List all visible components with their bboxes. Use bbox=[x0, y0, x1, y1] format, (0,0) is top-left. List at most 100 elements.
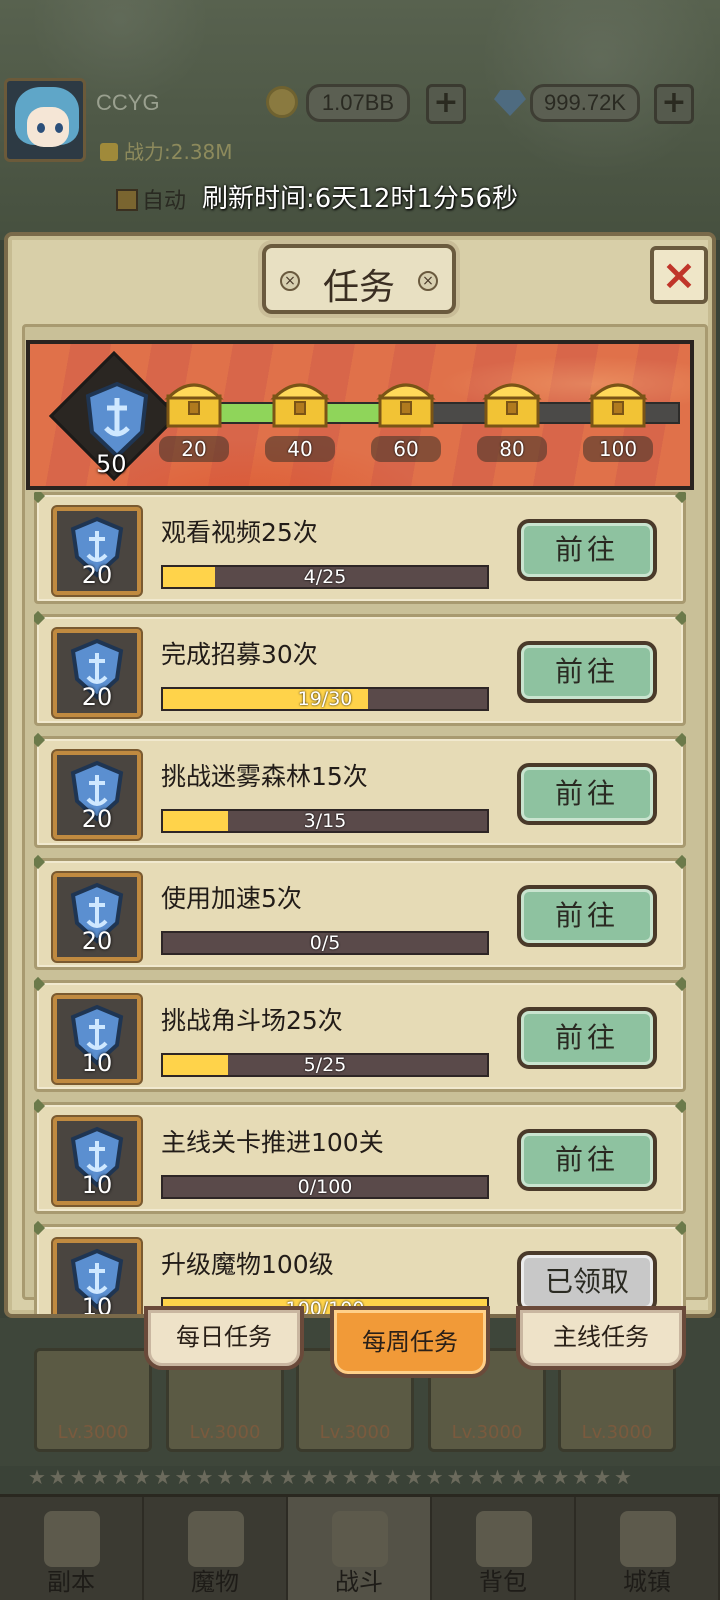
gold-coin-icon bbox=[266, 86, 298, 118]
task-progress-bar: 5/25 bbox=[161, 1053, 489, 1077]
town-icon bbox=[620, 1511, 676, 1567]
corner-ornament bbox=[34, 854, 46, 870]
task-row: 10 升级魔物100级 100/100 已领取 bbox=[34, 1220, 686, 1314]
task-reward-icon: 20 bbox=[53, 629, 141, 717]
chest-icon[interactable] bbox=[480, 372, 544, 432]
task-points: 20 bbox=[81, 805, 113, 833]
task-name: 观看视频25次 bbox=[161, 518, 318, 547]
map-icon bbox=[44, 1511, 100, 1567]
diamond-amount: 999.72K bbox=[530, 84, 640, 122]
task-row: 20 使用加速5次 0/5 前往 bbox=[34, 854, 686, 970]
task-points: 20 bbox=[81, 927, 113, 955]
chest-icon[interactable] bbox=[586, 372, 650, 432]
task-row: 20 挑战迷雾森林15次 3/15 前往 bbox=[34, 732, 686, 848]
tab-weekly[interactable]: 每周任务 bbox=[330, 1306, 490, 1378]
corner-ornament bbox=[34, 1220, 46, 1236]
corner-ornament bbox=[34, 732, 46, 748]
shield-icon bbox=[85, 381, 149, 459]
task-reward-icon: 10 bbox=[53, 995, 141, 1083]
chest-threshold-label: 80 bbox=[477, 436, 547, 462]
refresh-timer: 刷新时间:6天12时1分56秒 bbox=[201, 184, 518, 214]
nav-monster[interactable]: 魔物 bbox=[144, 1497, 288, 1600]
task-progress-text: 4/25 bbox=[303, 566, 347, 588]
add-diamond-button[interactable]: + bbox=[654, 84, 694, 124]
task-points: 20 bbox=[81, 683, 113, 711]
tab-daily[interactable]: 每日任务 bbox=[144, 1306, 304, 1370]
task-name: 升级魔物100级 bbox=[161, 1250, 334, 1279]
nav-dungeon[interactable]: 副本 bbox=[0, 1497, 144, 1600]
task-name: 挑战迷雾森林15次 bbox=[161, 762, 368, 791]
corner-ornament bbox=[34, 610, 46, 626]
go-button[interactable]: 前往 bbox=[517, 519, 657, 581]
monster-icon bbox=[188, 1511, 244, 1567]
go-button[interactable]: 前往 bbox=[517, 763, 657, 825]
task-reward-icon: 10 bbox=[53, 1117, 141, 1205]
chest-threshold-label: 40 bbox=[265, 436, 335, 462]
task-name: 主线关卡推进100关 bbox=[161, 1128, 384, 1157]
task-row: 20 完成招募30次 19/30 前往 bbox=[34, 610, 686, 726]
task-reward-icon: 20 bbox=[53, 507, 141, 595]
add-gold-button[interactable]: + bbox=[426, 84, 466, 124]
panel-title-plate: × 任务 × bbox=[262, 244, 456, 314]
chest-icon[interactable] bbox=[162, 372, 226, 432]
player-name: CCYG bbox=[96, 90, 160, 115]
milestone-banner: 50 20 40 60 80 100 bbox=[26, 340, 694, 490]
chest-threshold-label: 20 bbox=[159, 436, 229, 462]
corner-ornament bbox=[34, 1098, 46, 1114]
task-row: 10 主线关卡推进100关 0/100 前往 bbox=[34, 1098, 686, 1214]
power-label: 战力:2.38M bbox=[124, 140, 233, 164]
task-name: 挑战角斗场25次 bbox=[161, 1006, 343, 1035]
task-list: 20 观看视频25次 4/25 前往 20 完成招募30次 19/30 前往 20 挑战迷雾森林1… bbox=[34, 492, 686, 1314]
tab-main[interactable]: 主线任务 bbox=[516, 1306, 686, 1370]
nav-backpack[interactable]: 背包 bbox=[432, 1497, 576, 1600]
chest-icon[interactable] bbox=[268, 372, 332, 432]
task-row: 20 观看视频25次 4/25 前往 bbox=[34, 492, 686, 604]
task-points: 10 bbox=[81, 1049, 113, 1077]
task-progress-text: 0/5 bbox=[309, 932, 341, 954]
task-name: 完成招募30次 bbox=[161, 640, 318, 669]
task-points: 10 bbox=[81, 1293, 113, 1314]
corner-ornament bbox=[34, 492, 46, 504]
task-progress-bar: 3/15 bbox=[161, 809, 489, 833]
star-row: ★★★★★★★★★★★★★★★★★★★★★★★★★★★★★ bbox=[28, 1465, 635, 1489]
unit-card[interactable]: Lv.3000 bbox=[34, 1348, 152, 1452]
task-row: 10 挑战角斗场25次 5/25 前往 bbox=[34, 976, 686, 1092]
task-progress-text: 3/15 bbox=[303, 810, 347, 832]
corner-ornament bbox=[674, 732, 686, 748]
task-name: 使用加速5次 bbox=[161, 884, 302, 913]
corner-ornament bbox=[674, 854, 686, 870]
corner-ornament bbox=[674, 610, 686, 626]
task-progress-text: 0/100 bbox=[297, 1176, 353, 1198]
corner-ornament bbox=[674, 976, 686, 992]
gold-amount: 1.07BB bbox=[306, 84, 410, 122]
corner-ornament bbox=[34, 976, 46, 992]
task-reward-icon: 10 bbox=[53, 1239, 141, 1314]
chest-icon[interactable] bbox=[374, 372, 438, 432]
go-button[interactable]: 前往 bbox=[517, 641, 657, 703]
nav-battle[interactable]: 战斗 bbox=[288, 1497, 432, 1600]
task-points: 20 bbox=[81, 561, 113, 589]
task-progress-bar: 0/100 bbox=[161, 1175, 489, 1199]
go-button[interactable]: 前往 bbox=[517, 885, 657, 947]
activity-points: 50 bbox=[96, 450, 127, 478]
corner-ornament bbox=[674, 1098, 686, 1114]
bolt-icon: × bbox=[418, 271, 438, 291]
close-button[interactable]: × bbox=[650, 246, 708, 304]
power-display: 战力:2.38M bbox=[100, 136, 233, 165]
task-progress-bar: 0/5 bbox=[161, 931, 489, 955]
go-button[interactable]: 前往 bbox=[517, 1129, 657, 1191]
task-progress-text: 5/25 bbox=[303, 1054, 347, 1076]
backpack-icon bbox=[476, 1511, 532, 1567]
corner-ornament bbox=[674, 492, 686, 504]
task-points: 10 bbox=[81, 1171, 113, 1199]
claimed-button[interactable]: 已领取 bbox=[517, 1251, 657, 1313]
player-avatar[interactable] bbox=[4, 78, 86, 162]
go-button[interactable]: 前往 bbox=[517, 1007, 657, 1069]
task-progress-bar: 4/25 bbox=[161, 565, 489, 589]
task-reward-icon: 20 bbox=[53, 751, 141, 839]
nav-town[interactable]: 城镇 bbox=[576, 1497, 720, 1600]
swords-icon bbox=[332, 1511, 388, 1567]
corner-ornament bbox=[674, 1220, 686, 1236]
chest-threshold-label: 100 bbox=[583, 436, 653, 462]
power-icon bbox=[100, 143, 118, 161]
